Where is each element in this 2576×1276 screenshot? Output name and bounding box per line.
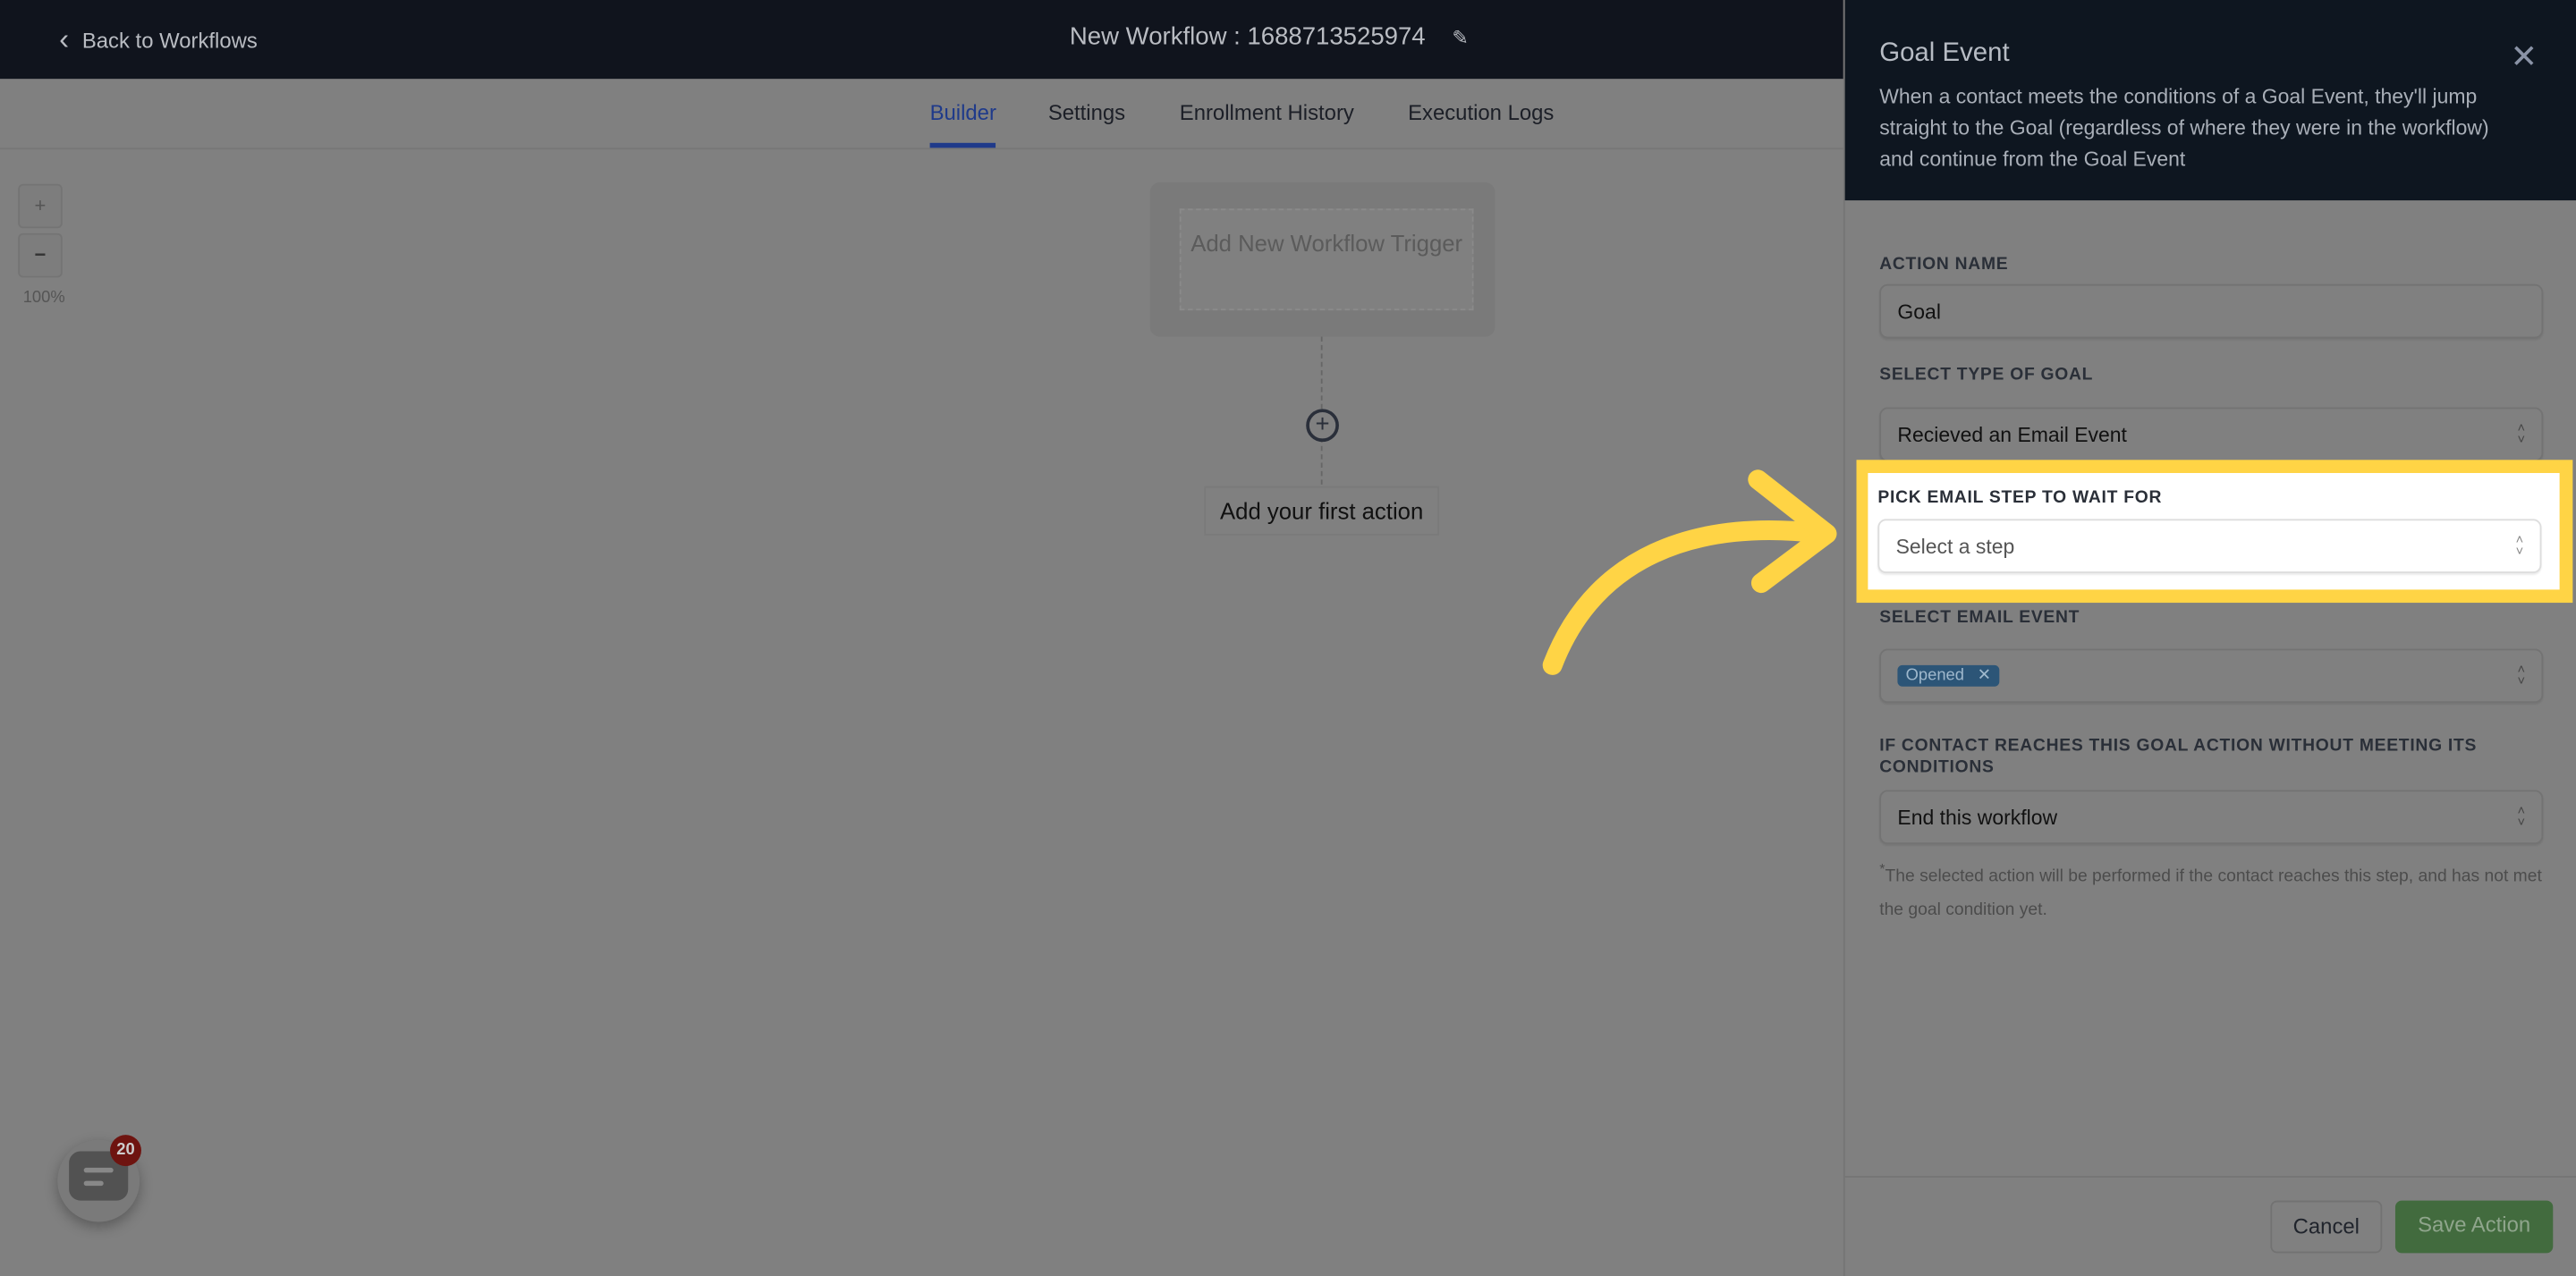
panel-title: Goal Event — [1879, 39, 2010, 68]
goal-type-value: Recieved an Email Event — [1897, 423, 2127, 447]
email-step-placeholder: Select a step — [1895, 535, 2015, 559]
workflow-builder: ‹ Back to Workflows New Workflow : 16887… — [0, 0, 2576, 1276]
fallback-note-text: The selected action will be performed if… — [1879, 866, 2542, 919]
tab-enrollment-history[interactable]: Enrollment History — [1180, 100, 1354, 125]
action-name-input[interactable]: Goal — [1879, 283, 2544, 339]
zoom-out-button[interactable]: − — [18, 232, 63, 278]
action-name-value: Goal — [1897, 300, 1941, 324]
chip-label: Opened — [1905, 666, 1964, 685]
zoom-level: 100% — [22, 289, 65, 308]
tab-builder[interactable]: Builder — [929, 100, 997, 148]
close-icon[interactable]: ✕ — [2511, 36, 2538, 77]
chat-notification-badge: 20 — [110, 1135, 141, 1167]
pointer-arrow-icon — [1542, 469, 1837, 675]
chip-remove-icon[interactable]: ✕ — [1978, 667, 1991, 685]
zoom-in-button[interactable]: + — [18, 183, 63, 229]
save-action-button[interactable]: Save Action — [2394, 1200, 2554, 1254]
panel-description: When a contact meets the conditions of a… — [1879, 85, 2489, 172]
cancel-button[interactable]: Cancel — [2270, 1200, 2383, 1254]
email-event-select[interactable]: Opened ✕ ˄ ˅ — [1879, 648, 2544, 704]
email-step-select[interactable]: Select a step ˄ ˅ — [1877, 519, 2542, 574]
goal-type-select[interactable]: Recieved an Email Event ˄ ˅ — [1879, 407, 2544, 462]
goal-type-label: SELECT TYPE OF GOAL — [1879, 364, 2094, 384]
add-first-action-button[interactable]: Add your first action — [1204, 486, 1439, 536]
fallback-label: IF CONTACT REACHES THIS GOAL ACTION WITH… — [1879, 735, 2478, 777]
email-step-label: PICK EMAIL STEP TO WAIT FOR — [1877, 487, 2163, 508]
chevron-updown-icon: ˄ ˅ — [2517, 662, 2526, 689]
workflow-title-text: New Workflow : 1688713525974 — [1069, 22, 1426, 51]
panel-header: Goal Event ✕ When a contact meets the co… — [1844, 0, 2576, 201]
edit-pencil-icon[interactable]: ✎ — [1452, 26, 1468, 49]
email-step-section: PICK EMAIL STEP TO WAIT FOR Select a ste… — [1868, 472, 2560, 590]
chevron-updown-icon: ˄ ˅ — [2517, 803, 2526, 830]
panel-footer-divider — [1844, 1176, 2576, 1178]
add-action-plus-icon[interactable]: + — [1306, 409, 1339, 443]
goal-event-panel: Goal Event ✕ When a contact meets the co… — [1843, 0, 2576, 1276]
chevron-updown-icon: ˄ ˅ — [2515, 532, 2524, 559]
tab-settings[interactable]: Settings — [1048, 100, 1125, 125]
email-event-label: SELECT EMAIL EVENT — [1879, 607, 2080, 628]
chevron-updown-icon: ˄ ˅ — [2517, 420, 2526, 447]
add-trigger-button[interactable]: Add New Workflow Trigger — [1179, 208, 1474, 311]
fallback-select[interactable]: End this workflow ˄ ˅ — [1879, 790, 2544, 845]
tab-execution-logs[interactable]: Execution Logs — [1408, 100, 1554, 125]
email-event-chip: Opened ✕ — [1897, 664, 2000, 687]
fallback-note: *The selected action will be performed i… — [1879, 860, 2542, 919]
action-name-label: ACTION NAME — [1879, 254, 2009, 275]
fallback-value: End this workflow — [1897, 806, 2058, 830]
